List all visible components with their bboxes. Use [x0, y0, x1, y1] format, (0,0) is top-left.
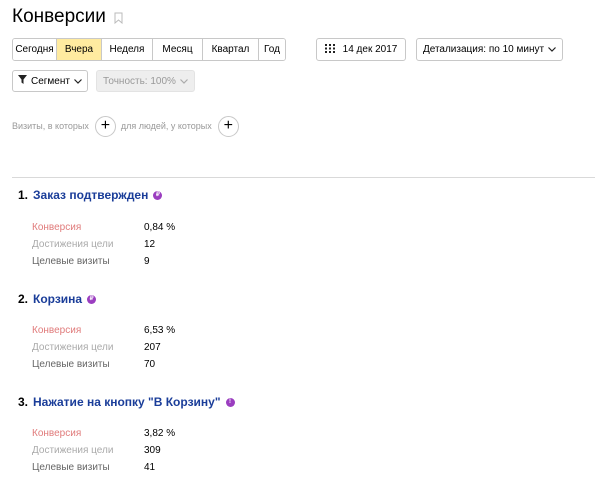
add-visits-filter-button[interactable]: + — [94, 115, 116, 137]
filter-row: Визиты, в которых + для людей, у которых… — [12, 115, 244, 137]
conversion-value: 3,82 % — [144, 428, 176, 439]
visits-filter-label: Визиты, в которых — [12, 121, 89, 131]
achievements-label: Достижения цели — [32, 239, 114, 250]
achievements-label: Достижения цели — [32, 445, 114, 456]
goal-name-link[interactable]: Нажатие на кнопку "В Корзину" — [33, 395, 221, 409]
period-quarter-button[interactable]: Квартал — [203, 39, 259, 60]
visits-label: Целевые визиты — [32, 256, 110, 267]
chevron-down-icon — [548, 44, 556, 55]
visits-value: 70 — [144, 359, 156, 370]
goal-item: 3. Нажатие на кнопку "В Корзину" ! — [18, 395, 235, 409]
conversion-label: Конверсия — [32, 222, 82, 233]
goal-name-link[interactable]: Корзина — [33, 292, 82, 306]
goal-number: 3. — [18, 395, 29, 409]
period-year-button[interactable]: Год — [259, 39, 285, 60]
add-people-filter-button[interactable]: + — [217, 115, 239, 137]
divider — [12, 177, 595, 178]
ecommerce-badge-icon: ₽ — [153, 190, 163, 200]
conversion-label: Конверсия — [32, 428, 82, 439]
people-filter-label: для людей, у которых — [120, 121, 212, 131]
date-picker-button[interactable]: 14 дек 2017 — [316, 38, 406, 61]
period-today-button[interactable]: Сегодня — [13, 39, 57, 60]
goal-number: 2. — [18, 292, 29, 306]
visits-label: Целевые визиты — [32, 359, 110, 370]
segment-dropdown[interactable]: Сегмент — [12, 70, 88, 92]
period-week-button[interactable]: Неделя — [102, 39, 153, 60]
achievements-value: 12 — [144, 239, 156, 250]
date-label: 14 дек 2017 — [342, 44, 398, 55]
chevron-down-icon — [74, 76, 82, 87]
segment-label: Сегмент — [31, 75, 70, 87]
conversion-label: Конверсия — [32, 325, 82, 336]
detail-label: Детализация: по 10 минут — [422, 44, 545, 55]
conversion-value: 0,84 % — [144, 222, 176, 233]
accuracy-label: Точность: 100% — [103, 75, 176, 87]
conversion-value: 6,53 % — [144, 325, 176, 336]
info-badge-icon: ! — [225, 397, 235, 407]
page-title-text: Конверсии — [12, 6, 106, 27]
bookmark-icon[interactable] — [114, 12, 123, 24]
ecommerce-badge-icon: ₽ — [87, 294, 97, 304]
achievements-value: 207 — [144, 342, 161, 353]
period-month-button[interactable]: Месяц — [153, 39, 203, 60]
detail-dropdown[interactable]: Детализация: по 10 минут — [416, 38, 563, 61]
visits-value: 41 — [144, 462, 156, 473]
calendar-icon — [324, 43, 335, 56]
goal-name-link[interactable]: Заказ подтвержден — [33, 188, 148, 202]
visits-value: 9 — [144, 256, 150, 267]
period-selector: Сегодня Вчера Неделя Месяц Квартал Год — [12, 38, 286, 61]
goal-item: 2. Корзина ₽ — [18, 292, 97, 306]
goal-item: 1. Заказ подтвержден ₽ — [18, 188, 163, 202]
chevron-down-icon — [180, 76, 188, 87]
funnel-icon — [18, 75, 27, 87]
accuracy-dropdown[interactable]: Точность: 100% — [96, 70, 195, 92]
goal-number: 1. — [18, 188, 29, 202]
period-yesterday-button[interactable]: Вчера — [57, 39, 102, 60]
achievements-label: Достижения цели — [32, 342, 114, 353]
visits-label: Целевые визиты — [32, 462, 110, 473]
achievements-value: 309 — [144, 445, 161, 456]
page-title: Конверсии — [12, 6, 123, 28]
